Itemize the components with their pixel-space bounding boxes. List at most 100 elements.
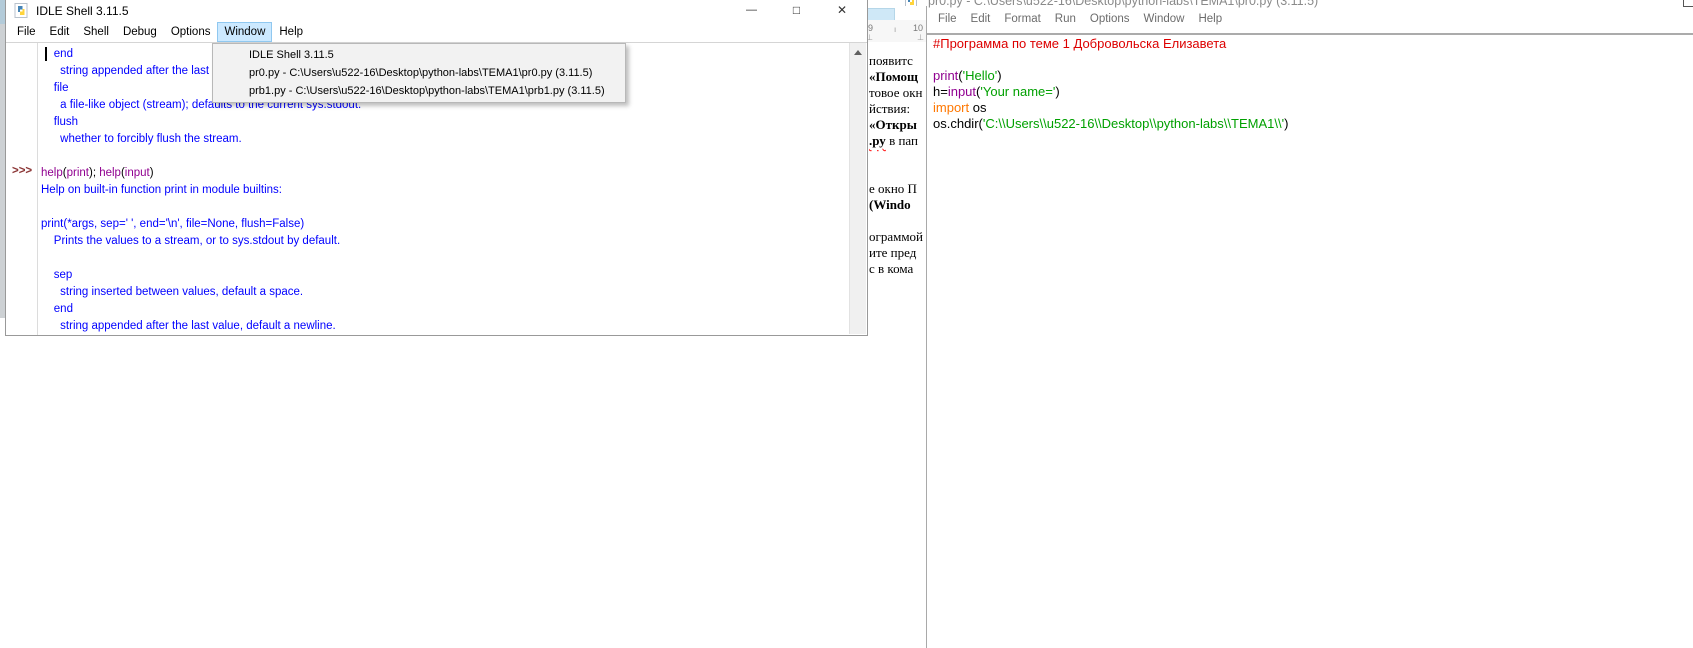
code-line: «Помощ xyxy=(869,69,927,85)
code-token: os xyxy=(969,100,986,115)
shell-menu-shell[interactable]: Shell xyxy=(76,22,116,42)
editor-menu-run[interactable]: Run xyxy=(1048,9,1083,29)
code-token: йствия: xyxy=(869,101,910,116)
editor-menu-edit[interactable]: Edit xyxy=(964,9,998,29)
ruler-mark-9: 9 xyxy=(868,23,873,33)
code-token: sep xyxy=(41,269,72,281)
code-line: товое окн xyxy=(869,85,927,101)
editor-text-area[interactable]: #Программа по теме 1 Добровольска Елизав… xyxy=(933,36,1288,132)
code-line: .ру в пап xyxy=(869,133,927,149)
code-line xyxy=(41,199,847,216)
code-line: string appended after the last value, de… xyxy=(41,318,847,335)
shell-menu-options[interactable]: Options xyxy=(164,22,218,42)
code-line xyxy=(41,250,847,267)
editor-window-title: pr0.py - C:\Users\u522-16\Desktop\python… xyxy=(928,0,1318,8)
code-token: ) xyxy=(1284,116,1288,131)
code-token: с в кома xyxy=(869,261,913,276)
code-token: Prints the values to a stream, or to sys… xyxy=(41,235,340,247)
editor-menubar-divider xyxy=(926,33,1693,35)
shell-window-title: IDLE Shell 3.11.5 xyxy=(36,4,129,18)
ruler-mark-10: 10 xyxy=(913,23,923,33)
code-line xyxy=(869,149,927,165)
shell-prompt: >>> xyxy=(12,165,32,177)
close-button[interactable]: ✕ xyxy=(819,0,865,22)
code-token: ) xyxy=(150,167,154,179)
code-line: появитс xyxy=(869,53,927,69)
window-menu-dropdown: IDLE Shell 3.11.5pr0.py - C:\Users\u522-… xyxy=(212,43,626,103)
code-token: 'C:\\Users\\u522-16\\Desktop\\python-lab… xyxy=(983,116,1284,131)
code-token: print(*args, sep=' ', end='\n', file=Non… xyxy=(41,218,304,230)
code-token: Help on built-in function print in modul… xyxy=(41,184,282,196)
code-line: «Откры xyxy=(869,117,927,133)
maximize-button[interactable]: □ xyxy=(774,0,819,22)
code-token: help xyxy=(41,167,63,179)
word-ruler: 9 ı 10 ⊥ ⊥ xyxy=(862,20,926,42)
code-token: string inserted between values, default … xyxy=(41,286,303,298)
code-line: string inserted between values, default … xyxy=(41,284,847,301)
editor-menu-options[interactable]: Options xyxy=(1083,9,1137,29)
code-token: (Windo xyxy=(869,197,911,212)
editor-menu-help[interactable]: Help xyxy=(1191,9,1229,29)
code-token: ) xyxy=(1055,84,1059,99)
code-line: ограммой xyxy=(869,229,927,245)
code-line: import os xyxy=(933,100,1288,116)
shell-menu-file[interactable]: File xyxy=(10,22,43,42)
code-token: flush xyxy=(41,116,78,128)
code-line: print('Hello') xyxy=(933,68,1288,84)
code-token: help xyxy=(99,167,121,179)
code-token: print xyxy=(933,68,958,83)
code-token: .ру xyxy=(869,133,886,148)
code-line: print(*args, sep=' ', end='\n', file=Non… xyxy=(41,216,847,233)
code-token: string appended after the last value, de… xyxy=(41,320,336,332)
editor-menubar: FileEditFormatRunOptionsWindowHelp xyxy=(931,9,1229,33)
python-file-icon xyxy=(14,3,28,23)
scroll-up-arrow-icon[interactable] xyxy=(854,50,862,55)
code-token: ите пред xyxy=(869,245,916,260)
code-token: ограммой xyxy=(869,229,923,244)
code-token: появитс xyxy=(869,53,913,68)
editor-window: pr0.py - C:\Users\u522-16\Desktop\python… xyxy=(901,0,1693,648)
code-line: йствия: xyxy=(869,101,927,117)
window-menu-item-1[interactable]: pr0.py - C:\Users\u522-16\Desktop\python… xyxy=(213,64,625,82)
word-document-strip: 9 ı 10 ⊥ ⊥ появитс«Помощтовое окнйствия:… xyxy=(862,6,927,648)
shell-sidebar-divider xyxy=(37,43,38,335)
ruler-tick: ı xyxy=(894,25,896,34)
code-line: help(print); help(input) xyxy=(41,165,847,182)
code-line: Help on built-in function print in modul… xyxy=(41,182,847,199)
code-line xyxy=(41,148,847,165)
shell-menu-edit[interactable]: Edit xyxy=(43,22,77,42)
vertical-scrollbar[interactable] xyxy=(849,43,866,334)
code-token: input xyxy=(948,84,976,99)
ruler-foot-right: ⊥ xyxy=(917,33,924,42)
window-menu-item-2[interactable]: prb1.py - C:\Users\u522-16\Desktop\pytho… xyxy=(213,82,625,100)
code-token: input xyxy=(125,167,150,179)
editor-titlebar[interactable]: pr0.py - C:\Users\u522-16\Desktop\python… xyxy=(901,0,1693,9)
code-line: end xyxy=(41,301,847,318)
code-token: 'Hello' xyxy=(963,68,998,83)
code-token: print xyxy=(67,167,89,179)
editor-menu-file[interactable]: File xyxy=(931,9,964,29)
code-line: ите пред xyxy=(869,245,927,261)
minimize-button[interactable]: — xyxy=(729,0,774,22)
code-line: h=input('Your name=') xyxy=(933,84,1288,100)
window-menu-item-0[interactable]: IDLE Shell 3.11.5 xyxy=(213,46,625,64)
shell-titlebar[interactable]: IDLE Shell 3.11.5 — □ ✕ xyxy=(6,0,867,22)
maximize-button-fragment[interactable] xyxy=(1683,0,1693,7)
shell-menu-window[interactable]: Window xyxy=(217,22,272,42)
text-caret xyxy=(45,47,47,61)
code-token: os.chdir( xyxy=(933,116,983,131)
code-token: «Помощ xyxy=(869,69,918,84)
code-token: 'Your name=' xyxy=(980,84,1055,99)
shell-menu-help[interactable]: Help xyxy=(272,22,310,42)
code-token: «Откры xyxy=(869,117,917,132)
code-token: end xyxy=(41,303,73,315)
editor-menu-window[interactable]: Window xyxy=(1137,9,1192,29)
shell-menu-debug[interactable]: Debug xyxy=(116,22,164,42)
code-line xyxy=(869,213,927,229)
code-line: os.chdir('C:\\Users\\u522-16\\Desktop\\p… xyxy=(933,116,1288,132)
code-line xyxy=(933,52,1288,68)
code-line: Prints the values to a stream, or to sys… xyxy=(41,233,847,250)
shell-menubar: FileEditShellDebugOptionsWindowHelp xyxy=(6,22,867,43)
code-line: flush xyxy=(41,114,847,131)
editor-menu-format[interactable]: Format xyxy=(997,9,1047,29)
